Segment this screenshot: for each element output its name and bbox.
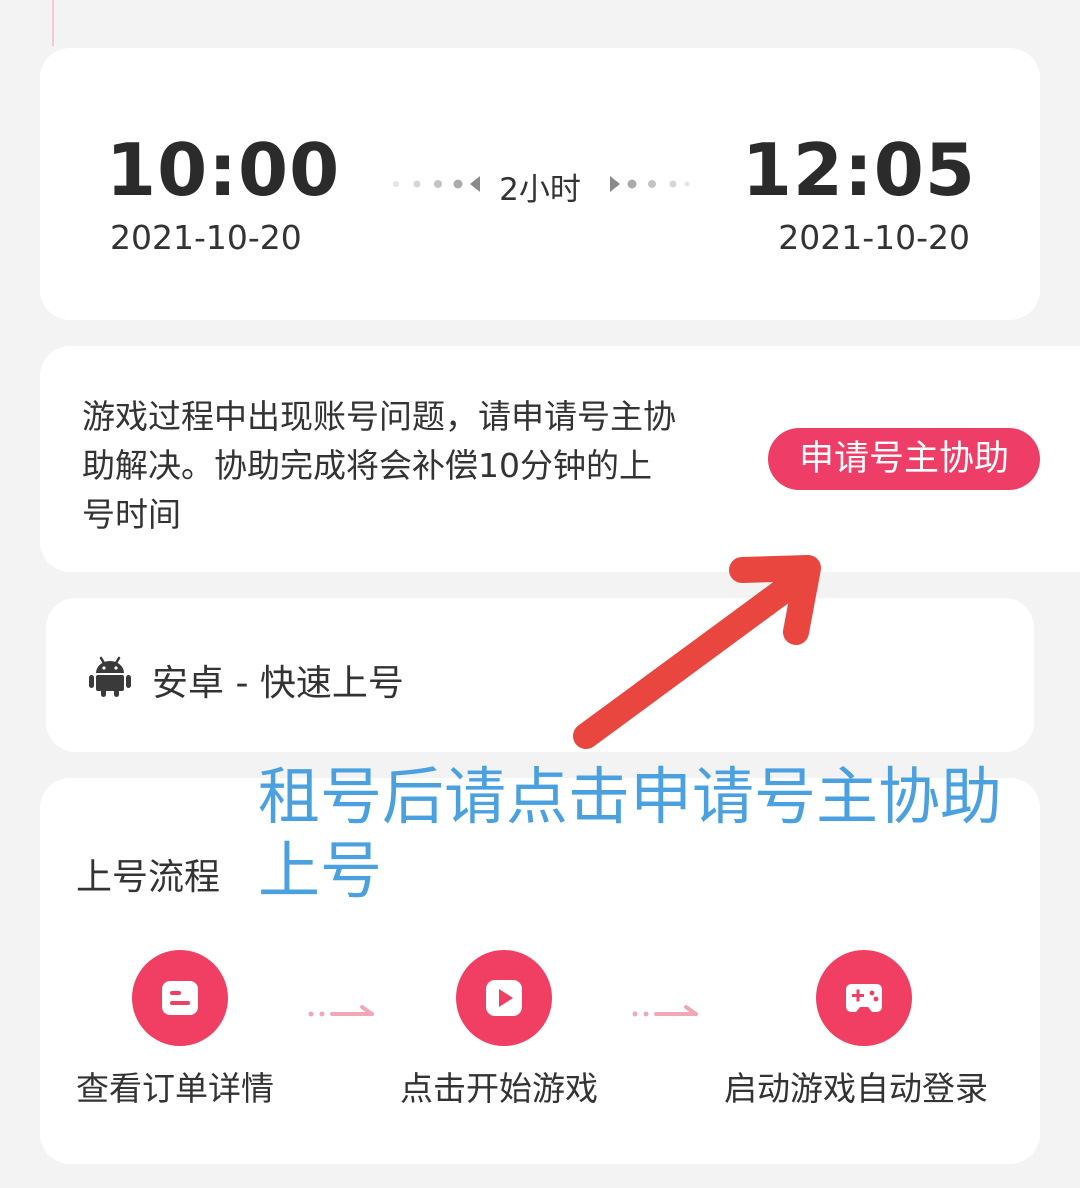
annotation-arrow-icon — [573, 555, 821, 749]
start-time: 10:00 — [106, 128, 341, 212]
rental-time-card: 10:00 2021-10-20 2小时 12:05 2021-10-20 — [40, 48, 1040, 320]
duration-indicator: 2小时 — [390, 164, 690, 210]
play-icon — [456, 950, 552, 1046]
gamepad-icon — [816, 950, 912, 1046]
android-icon — [89, 656, 131, 697]
process-title: 上号流程 — [76, 857, 221, 898]
platform-card[interactable]: 安卓 - 快速上号 — [46, 598, 1034, 752]
platform-label: 安卓 - 快速上号 — [152, 663, 404, 704]
duration-label: 2小时 — [499, 172, 581, 208]
order-icon — [132, 950, 228, 1046]
step-label-start-game: 点击开始游戏 — [400, 1069, 598, 1108]
step-label-auto-login: 启动游戏自动登录 — [724, 1069, 988, 1108]
assist-description: 游戏过程中出现账号问题，请申请号主协助解决。协助完成将会补偿10分钟的上号时间 — [82, 397, 676, 534]
end-time: 12:05 — [741, 128, 976, 212]
start-date: 2021-10-20 — [110, 218, 302, 257]
end-date: 2021-10-20 — [778, 218, 970, 257]
top-divider-line — [52, 0, 54, 46]
flow-arrow-icon — [632, 1005, 698, 1017]
request-owner-assist-button[interactable]: 申请号主协助 — [768, 428, 1040, 490]
flow-arrow-icon — [308, 1005, 374, 1017]
owner-assist-card: 游戏过程中出现账号问题，请申请号主协助解决。协助完成将会补偿10分钟的上号时间 … — [40, 346, 1080, 572]
step-label-order-details: 查看订单详情 — [76, 1069, 274, 1108]
annotation-text: 租号后请点击申请号主协助上号 — [258, 760, 1003, 907]
